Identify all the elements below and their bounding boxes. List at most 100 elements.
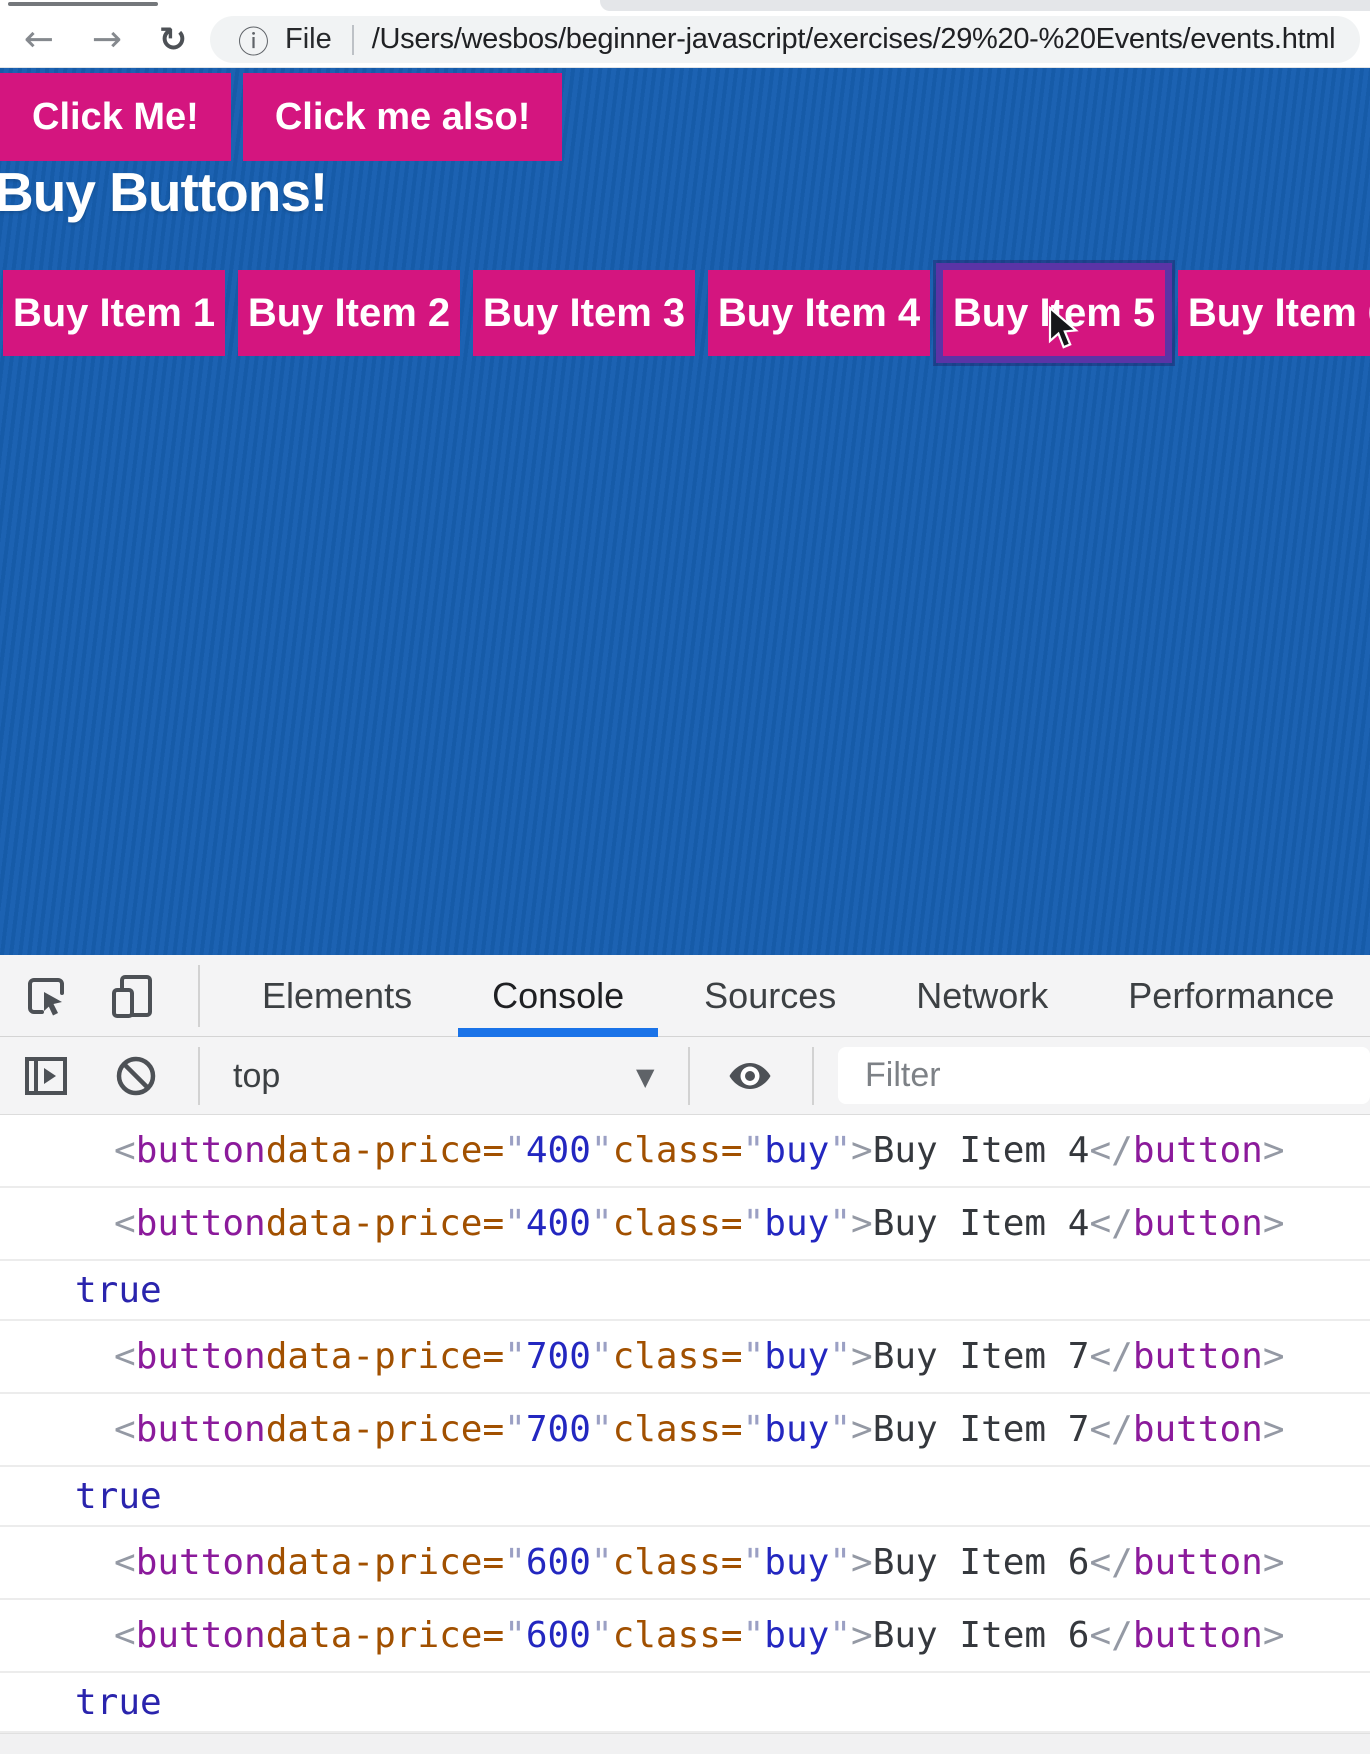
console-token: < bbox=[114, 1336, 136, 1377]
console-token: button bbox=[1133, 1615, 1263, 1656]
console-token: class= bbox=[613, 1130, 743, 1171]
console-token: button bbox=[136, 1615, 266, 1656]
site-info-icon[interactable]: ⓘ bbox=[238, 17, 269, 62]
console-token: > bbox=[1263, 1409, 1285, 1450]
console-token: 700 bbox=[526, 1409, 591, 1450]
console-token: button bbox=[1133, 1542, 1263, 1583]
devtools-panel: ElementsConsoleSourcesNetworkPerformance… bbox=[0, 955, 1370, 1754]
console-log-element[interactable]: <button data-price="600" class="buy">Buy… bbox=[0, 1527, 1370, 1600]
browser-tab-strip bbox=[0, 0, 1370, 12]
devtools-tab-bar: ElementsConsoleSourcesNetworkPerformance bbox=[0, 955, 1370, 1037]
toolbar-separator bbox=[198, 1047, 200, 1105]
console-token: button bbox=[1133, 1130, 1263, 1171]
tab-strip-background bbox=[600, 0, 1370, 11]
console-token: data-price= bbox=[266, 1542, 504, 1583]
console-token: </ bbox=[1089, 1336, 1132, 1377]
toolbar-separator bbox=[688, 1047, 690, 1105]
console-token: true bbox=[75, 1476, 162, 1517]
console-token: > bbox=[1263, 1130, 1285, 1171]
tab-network[interactable]: Network bbox=[876, 955, 1088, 1037]
page-content: Click Me!Click me also! Buy Buttons! Buy… bbox=[0, 68, 1370, 955]
inspect-element-icon[interactable] bbox=[22, 972, 70, 1020]
console-token: 700 bbox=[526, 1336, 591, 1377]
clear-console-icon[interactable] bbox=[112, 1052, 160, 1100]
console-token: button bbox=[136, 1203, 266, 1244]
console-token: 400 bbox=[526, 1130, 591, 1171]
console-token: " bbox=[743, 1203, 765, 1244]
tab-performance[interactable]: Performance bbox=[1088, 955, 1370, 1037]
buy-item-3-button[interactable]: Buy Item 3 bbox=[473, 270, 695, 356]
context-selector[interactable]: top bbox=[233, 1057, 280, 1096]
console-token: button bbox=[1133, 1203, 1263, 1244]
devtools-tabs: ElementsConsoleSourcesNetworkPerformance bbox=[222, 955, 1370, 1037]
window-top-edge bbox=[8, 2, 158, 6]
console-token: " bbox=[504, 1615, 526, 1656]
console-log-element[interactable]: <button data-price="400" class="buy">Buy… bbox=[0, 1188, 1370, 1261]
console-filter-input[interactable] bbox=[838, 1047, 1370, 1104]
console-token: " bbox=[591, 1336, 613, 1377]
tab-elements[interactable]: Elements bbox=[222, 955, 452, 1037]
console-token: true bbox=[75, 1682, 162, 1723]
click-me-also-button[interactable]: Click me also! bbox=[243, 73, 563, 161]
forward-icon[interactable]: → bbox=[84, 22, 130, 58]
mouse-cursor bbox=[1046, 306, 1082, 354]
toolbar-separator bbox=[198, 965, 200, 1027]
url-path-text: /Users/wesbos/beginner-javascript/exerci… bbox=[372, 23, 1336, 56]
console-token: < bbox=[114, 1615, 136, 1656]
console-log-element[interactable]: <button data-price="700" class="buy">Buy… bbox=[0, 1394, 1370, 1467]
console-token: button bbox=[136, 1130, 266, 1171]
device-toolbar-icon[interactable] bbox=[108, 972, 156, 1020]
click-buttons-row: Click Me!Click me also! bbox=[0, 73, 562, 161]
console-token: class= bbox=[613, 1542, 743, 1583]
console-token: " bbox=[504, 1409, 526, 1450]
reload-icon[interactable]: ↻ bbox=[150, 23, 196, 57]
console-token: > bbox=[1263, 1615, 1285, 1656]
console-token: " bbox=[743, 1542, 765, 1583]
browser-window: ← → ↻ ⓘ File /Users/wesbos/beginner-java… bbox=[0, 0, 1370, 1754]
console-token: </ bbox=[1089, 1615, 1132, 1656]
console-token: Buy Item 6 bbox=[873, 1615, 1090, 1656]
console-token: data-price= bbox=[266, 1409, 504, 1450]
console-token: " bbox=[504, 1130, 526, 1171]
console-token: button bbox=[136, 1409, 266, 1450]
console-token: Buy Item 4 bbox=[873, 1130, 1090, 1171]
console-log-element[interactable]: <button data-price="700" class="buy">Buy… bbox=[0, 1321, 1370, 1394]
toolbar-separator bbox=[812, 1047, 814, 1105]
tab-console[interactable]: Console bbox=[452, 955, 664, 1037]
console-token: " bbox=[591, 1542, 613, 1583]
console-token: buy bbox=[764, 1615, 829, 1656]
live-expression-eye-icon[interactable] bbox=[726, 1052, 774, 1100]
console-log-element[interactable]: <button data-price="600" class="buy">Buy… bbox=[0, 1600, 1370, 1673]
console-token: buy bbox=[764, 1409, 829, 1450]
buy-item-1-button[interactable]: Buy Item 1 bbox=[3, 270, 225, 356]
console-token: " bbox=[591, 1130, 613, 1171]
console-token: " bbox=[591, 1203, 613, 1244]
url-scheme-label: File bbox=[285, 23, 332, 56]
chevron-down-icon[interactable]: ▼ bbox=[636, 1063, 654, 1091]
console-token: button bbox=[1133, 1409, 1263, 1450]
console-log-boolean: true bbox=[0, 1261, 1370, 1321]
console-token: " bbox=[829, 1203, 851, 1244]
buy-item-2-button[interactable]: Buy Item 2 bbox=[238, 270, 460, 356]
console-sidebar-toggle-icon[interactable] bbox=[22, 1052, 70, 1100]
console-token: buy bbox=[764, 1542, 829, 1583]
address-bar[interactable]: ⓘ File /Users/wesbos/beginner-javascript… bbox=[210, 16, 1360, 63]
click-me-button[interactable]: Click Me! bbox=[0, 73, 231, 161]
buy-item-6-button[interactable]: Buy Item 6 bbox=[1178, 270, 1370, 356]
console-token: > bbox=[1263, 1542, 1285, 1583]
console-token: </ bbox=[1089, 1203, 1132, 1244]
console-token: > bbox=[851, 1615, 873, 1656]
buy-buttons-row: Buy Item 1Buy Item 2Buy Item 3Buy Item 4… bbox=[3, 270, 1370, 356]
console-token: button bbox=[136, 1542, 266, 1583]
console-token: " bbox=[504, 1203, 526, 1244]
buy-item-4-button[interactable]: Buy Item 4 bbox=[708, 270, 930, 356]
console-token: Buy Item 7 bbox=[873, 1409, 1090, 1450]
console-log-element[interactable]: <button data-price="400" class="buy">Buy… bbox=[0, 1115, 1370, 1188]
back-icon[interactable]: ← bbox=[16, 22, 62, 58]
console-token: </ bbox=[1089, 1542, 1132, 1583]
console-token: > bbox=[851, 1336, 873, 1377]
console-token: data-price= bbox=[266, 1130, 504, 1171]
console-log-boolean: true bbox=[0, 1467, 1370, 1527]
tab-sources[interactable]: Sources bbox=[664, 955, 876, 1037]
console-token: " bbox=[743, 1409, 765, 1450]
